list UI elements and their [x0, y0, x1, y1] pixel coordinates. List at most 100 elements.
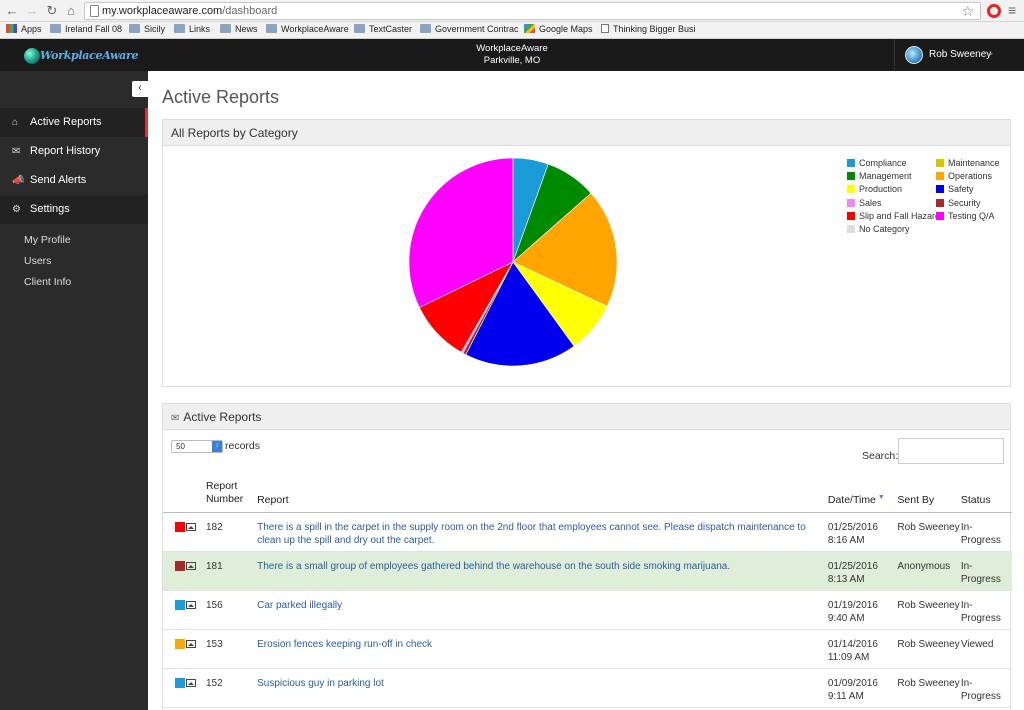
menu-icon[interactable]: ≡	[1008, 3, 1020, 17]
report-number-cell: 156	[205, 590, 258, 630]
legend-label: Security	[948, 197, 981, 208]
table-header-row: Report Number Report Date/Time ▼ Sent By …	[163, 476, 1012, 513]
bookmark-item[interactable]: WorkplaceAware	[266, 24, 349, 37]
table-row[interactable]: 153 Erosion fences keeping run-off in che…	[163, 629, 1012, 669]
report-link[interactable]: There is a spill in the carpet in the su…	[257, 522, 806, 546]
table-row[interactable]: 156 Car parked illegally 01/19/2016 9:40 AM…	[163, 590, 1012, 630]
legend-swatch	[847, 211, 855, 220]
bookmark-item[interactable]: Thinking Bigger Busi	[601, 24, 696, 37]
extension-icon[interactable]	[987, 4, 1001, 18]
header-date-time[interactable]: Date/Time ▼	[827, 476, 898, 513]
table-row[interactable]: 181 There is a small group of employees g…	[163, 551, 1012, 591]
report-number-cell: 153	[205, 629, 258, 669]
gear-icon: ⚙	[12, 204, 21, 215]
legend-label: Production	[859, 184, 903, 195]
home-icon[interactable]: ⌂	[63, 3, 79, 19]
date-time-cell: 01/19/2016 9:40 AM	[827, 590, 898, 630]
legend-item[interactable]: Safety	[936, 184, 974, 194]
bookmark-item[interactable]: Google Maps	[524, 24, 593, 37]
user-menu[interactable]: Rob Sweeney ⌄	[894, 39, 1024, 71]
address-bar[interactable]: my.workplaceaware.com/dashboard ☆	[84, 2, 981, 20]
envelope-icon: ✉	[171, 413, 180, 424]
legend-item[interactable]: Operations	[936, 171, 992, 181]
report-time: 9:40 AM	[827, 612, 865, 624]
legend-label: Maintenance	[948, 158, 1000, 168]
legend-item[interactable]: Production	[847, 184, 902, 194]
legend-swatch	[847, 225, 855, 233]
legend-item[interactable]: Slip and Fall Hazard	[847, 211, 940, 221]
records-per-page-value: 50	[176, 442, 185, 451]
legend-item[interactable]: No Category	[847, 224, 910, 234]
header-image	[185, 476, 206, 513]
legend-item[interactable]: Security	[936, 198, 981, 208]
report-link[interactable]: There is a small group of employees gath…	[257, 561, 730, 572]
image-icon[interactable]	[185, 678, 196, 687]
sidebar-item-report-history[interactable]: ✉ Report History	[0, 137, 148, 166]
bookmark-item[interactable]: Apps	[6, 24, 42, 37]
header-sent-by[interactable]: Sent By	[897, 476, 961, 513]
search-input[interactable]	[898, 438, 1004, 464]
report-link[interactable]: Car parked illegally	[257, 600, 342, 611]
image-icon[interactable]	[185, 600, 196, 609]
sidebar-subitem-client-info[interactable]: Client Info	[24, 276, 71, 288]
sent-by-cell: Rob Sweeney	[897, 668, 961, 708]
image-cell	[185, 512, 206, 552]
bookmark-item[interactable]: News	[220, 24, 258, 37]
date-time-cell: 01/25/2016 8:16 AM	[827, 512, 898, 552]
sidebar-subitem-users[interactable]: Users	[24, 255, 51, 267]
sidebar-item-label: Send Alerts	[30, 174, 87, 186]
image-icon[interactable]	[185, 522, 196, 531]
table-row[interactable]: 152 Suspicious guy in parking lot 01/09/20…	[163, 668, 1012, 708]
forward-arrow-icon[interactable]: →	[24, 3, 40, 19]
sidebar-item-settings[interactable]: ⚙ Settings	[0, 195, 148, 224]
legend-item[interactable]: Testing Q/A	[936, 211, 995, 221]
category-cell	[163, 512, 186, 552]
legend-swatch	[847, 198, 855, 207]
collapse-sidebar-chevron-icon[interactable]: ‹	[132, 81, 148, 97]
legend-item[interactable]: Sales	[847, 198, 882, 208]
table-row[interactable]: 182 There is a spill in the carpet in the…	[163, 512, 1012, 552]
records-per-page-select[interactable]: 50 ↕	[171, 440, 223, 453]
chevron-down-icon: ⌄	[987, 47, 995, 57]
header-report-number[interactable]: Report Number	[205, 476, 258, 513]
bookmark-item[interactable]: Sicily	[129, 24, 165, 37]
legend-label: Safety	[948, 184, 974, 195]
sidebar-item-send-alerts[interactable]: 📣 Send Alerts	[0, 166, 148, 195]
reload-icon[interactable]: ↻	[44, 3, 60, 19]
image-icon[interactable]	[185, 561, 196, 570]
report-link[interactable]: Suspicious guy in parking lot	[257, 678, 384, 689]
report-text-cell: Erosion fences keeping run-off in check	[257, 629, 828, 669]
report-date: 01/19/2016	[827, 599, 878, 611]
legend-swatch	[936, 185, 944, 194]
search-label: Search:	[862, 450, 899, 462]
header-report[interactable]: Report	[257, 476, 828, 513]
bookmark-item[interactable]: Links	[174, 24, 210, 37]
bookmarks-bar: Apps Ireland Fall 08 Sicily Links News W…	[0, 22, 1024, 39]
folder-icon	[174, 24, 185, 33]
header-status[interactable]: Status	[960, 476, 1012, 513]
report-number-cell: 181	[205, 551, 258, 591]
bookmark-item[interactable]: TextCaster	[354, 24, 412, 37]
image-icon[interactable]	[185, 639, 196, 648]
legend-item[interactable]: Compliance	[847, 158, 907, 168]
folder-icon	[354, 24, 365, 33]
bookmark-star-icon[interactable]: ☆	[961, 3, 974, 20]
sidebar-item-active-reports[interactable]: ⌂ Active Reports	[0, 108, 148, 137]
back-arrow-icon[interactable]: ←	[4, 3, 20, 19]
date-time-cell: 01/25/2016 8:13 AM	[827, 551, 898, 591]
legend-item[interactable]: Management	[847, 171, 912, 181]
report-link[interactable]: Erosion fences keeping run-off in check	[257, 639, 432, 650]
sidebar-item-label: Active Reports	[30, 116, 102, 128]
apps-grid-icon	[6, 24, 17, 33]
legend-swatch	[936, 198, 944, 207]
image-cell	[185, 590, 206, 630]
bookmark-item[interactable]: Ireland Fall 08	[50, 24, 122, 37]
report-number-cell: 182	[205, 512, 258, 552]
sidebar-item-label: Settings	[30, 203, 70, 215]
legend-swatch	[936, 159, 944, 167]
bookmark-item[interactable]: Government Contrac	[420, 24, 519, 37]
sent-by-cell: Rob Sweeney	[897, 590, 961, 630]
legend-item[interactable]: Maintenance	[936, 158, 1000, 168]
sidebar-subitem-my-profile[interactable]: My Profile	[24, 234, 71, 246]
reports-panel-title: ✉ Active Reports	[163, 404, 1010, 430]
